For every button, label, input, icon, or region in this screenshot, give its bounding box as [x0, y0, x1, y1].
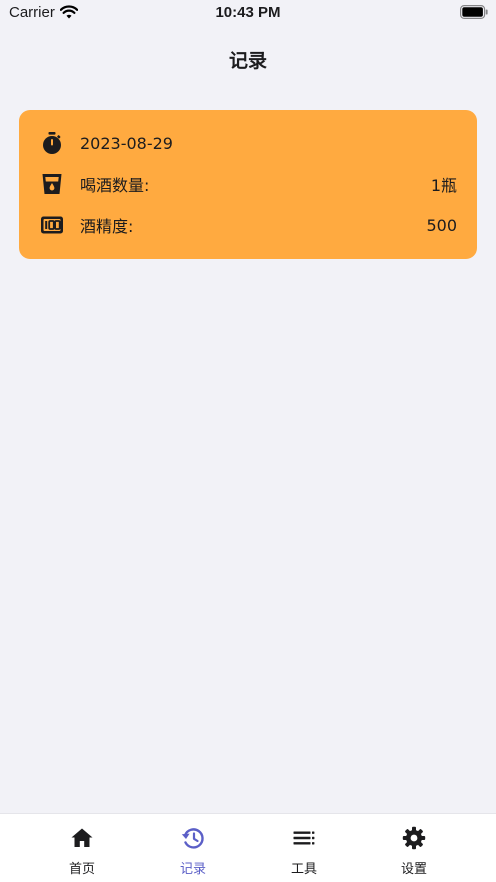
tab-tools[interactable]: 工具 — [242, 814, 366, 882]
tab-settings[interactable]: 设置 — [352, 814, 476, 882]
tab-records[interactable]: 记录 — [131, 814, 255, 882]
tab-tools-label: 工具 — [290, 862, 317, 877]
tab-home[interactable]: 首页 — [20, 814, 144, 882]
stopwatch-icon — [43, 132, 61, 154]
alcohol-content-label: 酒精度: — [80, 217, 134, 236]
battery-icon — [460, 5, 488, 19]
drink-count-label: 喝酒数量: — [80, 176, 150, 195]
tab-records-label: 记录 — [179, 862, 206, 877]
alcohol-content-value: 500 — [426, 215, 457, 235]
status-bar: Carrier 10:43 PM — [0, 0, 496, 26]
glass-icon — [42, 174, 62, 194]
clock: 10:43 PM — [215, 4, 281, 21]
home-icon — [71, 828, 93, 847]
tab-bar: 首页 记录 工具 设置 — [0, 813, 496, 882]
drink-count-row: 喝酒数量: 1瓶 — [19, 169, 477, 199]
record-card[interactable]: 2023-08-29 喝酒数量: 1瓶 酒精度: 500 — [19, 110, 477, 259]
record-date-row: 2023-08-29 — [19, 128, 477, 158]
page-title: 记录 — [228, 50, 267, 72]
meter-icon — [41, 216, 63, 234]
history-icon — [181, 828, 204, 849]
tab-home-label: 首页 — [68, 862, 95, 877]
record-date: 2023-08-29 — [80, 133, 173, 153]
drink-count-value: 1瓶 — [430, 176, 457, 195]
list-icon — [293, 831, 315, 845]
gear-icon — [402, 826, 426, 850]
alcohol-content-row: 酒精度: 500 — [19, 210, 477, 240]
tab-settings-label: 设置 — [400, 862, 427, 877]
